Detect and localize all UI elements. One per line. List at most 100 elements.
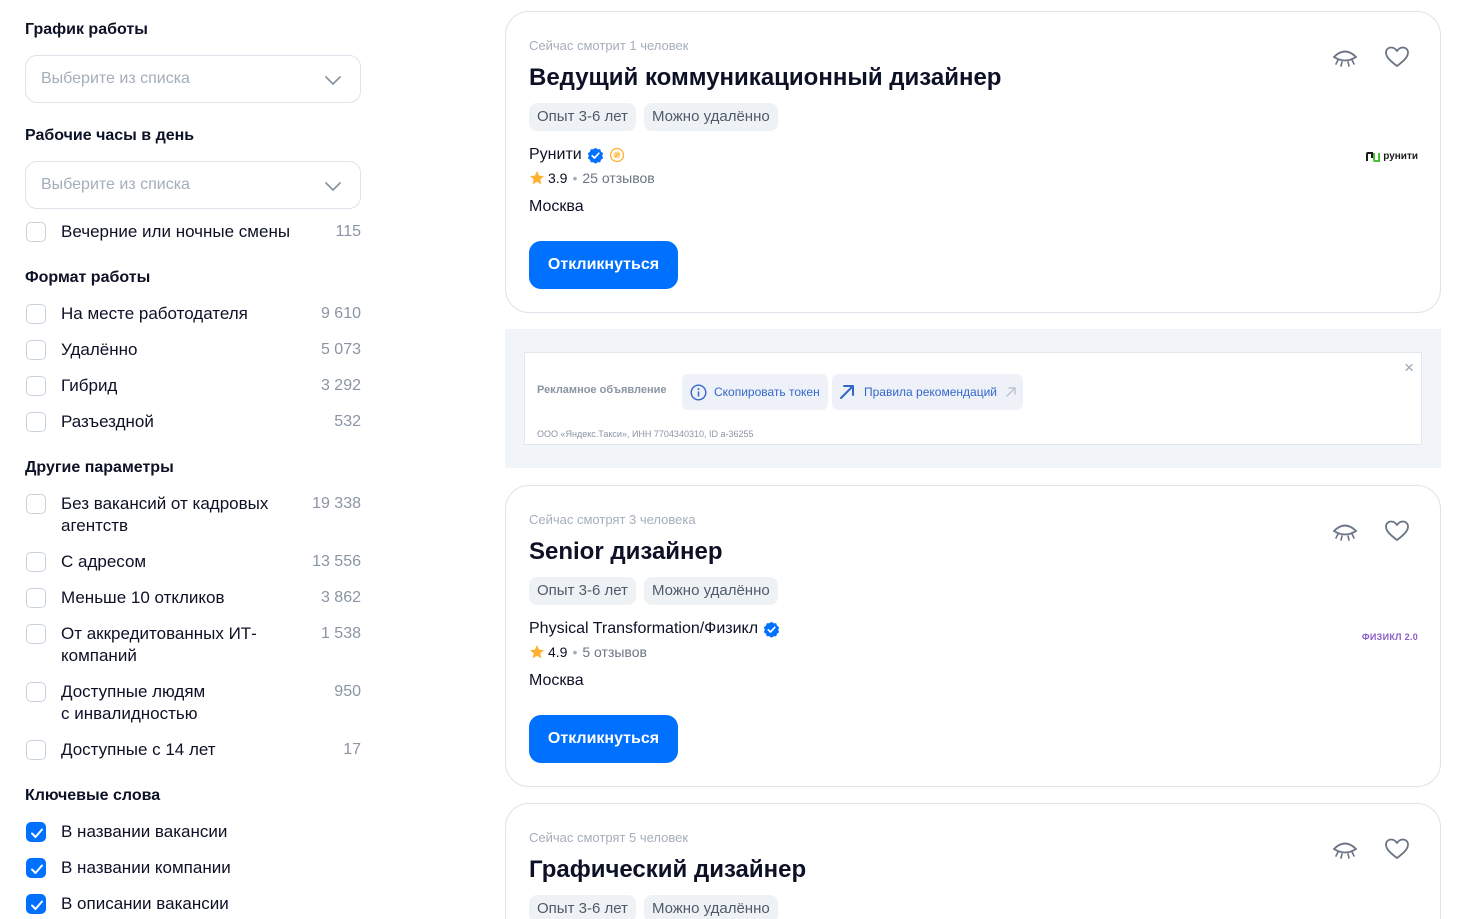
company-rating: 3.9 • 25 отзывов [529, 170, 655, 186]
reviews-count[interactable]: 5 отзывов [582, 644, 647, 660]
checkbox[interactable] [26, 552, 46, 572]
tag-remote: Можно удалённо [643, 895, 778, 919]
apply-button[interactable]: Откликнуться [529, 715, 678, 763]
company-name[interactable]: Physical Transformation/Физикл [529, 620, 780, 638]
favorite-heart-icon[interactable] [1383, 835, 1411, 863]
viewers-count: Сейчас смотрят 5 человек [529, 830, 689, 845]
filter-count: 19 338 [312, 495, 361, 512]
checkbox[interactable] [26, 222, 46, 242]
hide-eye-icon[interactable] [1331, 517, 1359, 545]
schedule-select[interactable]: Выберите из списка [25, 55, 361, 103]
filter-label: Гибрид [61, 376, 118, 395]
rules-label: Правила рекомендаций [864, 385, 997, 399]
filter-label: Доступные с 14 лет [61, 740, 216, 759]
viewers-count: Сейчас смотрит 1 человек [529, 38, 689, 53]
tag-experience: Опыт 3-6 лет [529, 577, 636, 605]
checkmark-icon [31, 900, 43, 910]
checkbox-checked[interactable] [26, 894, 46, 914]
filter-label: В названии компании [61, 858, 231, 877]
checkbox-checked[interactable] [26, 858, 46, 878]
copy-token-button[interactable]: Скопировать токен [682, 374, 828, 410]
arrow-up-right-icon [840, 385, 854, 399]
format-title: Формат работы [25, 269, 151, 286]
copy-token-label: Скопировать токен [714, 385, 820, 399]
checkbox[interactable] [26, 624, 46, 644]
vacancy-title[interactable]: Графический дизайнер [529, 856, 806, 884]
verified-badge-icon [763, 621, 780, 638]
vacancy-city: Москва [529, 198, 584, 215]
checkbox[interactable] [26, 340, 46, 360]
filter-count: 17 [343, 741, 361, 758]
checkbox[interactable] [26, 304, 46, 324]
runity-logo-mark [1366, 151, 1381, 162]
company-logo[interactable]: рунити [1366, 151, 1418, 162]
hours-select-placeholder: Выберите из списка [41, 176, 190, 193]
filter-label: Доступные людям с инвалидностью [61, 682, 206, 723]
checkbox-checked[interactable] [26, 822, 46, 842]
filter-label: В описании вакансии [61, 894, 229, 913]
filter-label: Вечерние или ночные смены [61, 222, 291, 241]
recommendation-rules-button[interactable]: Правила рекомендаций [832, 374, 1023, 410]
ad-legal-info: ООО «Яндекс.Такси», ИНН 7704340310, ID a… [537, 429, 754, 439]
verified-badge-icon [587, 147, 603, 164]
tag-remote: Можно удалённо [643, 103, 778, 131]
ad-block: Рекламное объявление Скопировать токен П… [505, 329, 1441, 468]
star-icon [530, 171, 544, 185]
external-link-icon [1006, 387, 1016, 397]
company-name[interactable]: Рунити [529, 146, 625, 164]
filter-label: Меньше 10 откликов [61, 588, 225, 607]
tag-experience: Опыт 3-6 лет [529, 895, 636, 919]
award-badge-icon [609, 147, 624, 163]
chevron-down-icon [325, 76, 341, 85]
reviews-count[interactable]: 25 отзывов [582, 170, 654, 186]
company-logo[interactable]: ФИЗИКЛ 2.0 [1362, 632, 1418, 642]
hide-eye-icon[interactable] [1331, 835, 1359, 863]
filter-label: Разъездной [61, 412, 154, 431]
ad-banner[interactable]: Рекламное объявление Скопировать токен П… [524, 352, 1422, 445]
filter-count: 13 556 [312, 553, 361, 570]
checkbox[interactable] [26, 588, 46, 608]
vacancy-card[interactable]: Сейчас смотрят 5 человек Графический диз… [505, 803, 1441, 919]
keywords-title: Ключевые слова [25, 787, 161, 804]
hide-eye-icon[interactable] [1331, 43, 1359, 71]
vacancy-card[interactable]: Сейчас смотрит 1 человек Ведущий коммуни… [505, 11, 1441, 313]
close-icon[interactable]: × [1404, 358, 1414, 378]
filter-count: 3 862 [320, 589, 361, 606]
filter-label: С адресом [61, 552, 147, 571]
checkbox[interactable] [26, 412, 46, 432]
filter-label: От аккредитованных ИТ-компаний [61, 624, 257, 665]
star-icon [530, 645, 544, 659]
info-icon [690, 383, 707, 401]
schedule-title: График работы [25, 21, 148, 38]
other-title: Другие параметры [25, 459, 174, 476]
separator-dot: • [572, 170, 578, 186]
vacancy-title[interactable]: Ведущий коммуникационный дизайнер [529, 64, 1001, 92]
filter-count: 9 610 [320, 305, 361, 322]
checkbox[interactable] [26, 376, 46, 396]
filter-count: 115 [335, 223, 361, 240]
vacancy-tags: Опыт 3-6 лет Можно удалённо [529, 577, 778, 605]
rating-value: 3.9 [548, 170, 568, 186]
apply-button[interactable]: Откликнуться [529, 241, 678, 289]
filter-label: Без вакансий от кадровых агентств [61, 494, 269, 535]
checkbox[interactable] [26, 682, 46, 702]
hours-select[interactable]: Выберите из списка [25, 161, 361, 209]
favorite-heart-icon[interactable] [1383, 43, 1411, 71]
filter-count: 950 [334, 683, 361, 700]
filter-count: 5 073 [320, 341, 361, 358]
chevron-down-icon [325, 182, 341, 191]
vacancy-card[interactable]: Сейчас смотрят 3 человека Senior дизайне… [505, 485, 1441, 787]
favorite-heart-icon[interactable] [1383, 517, 1411, 545]
filter-label: Удалённо [61, 340, 138, 359]
schedule-select-placeholder: Выберите из списка [41, 70, 190, 87]
checkbox[interactable] [26, 740, 46, 760]
filter-count: 1 538 [320, 625, 361, 642]
checkmark-icon [31, 864, 43, 874]
vacancy-title[interactable]: Senior дизайнер [529, 538, 723, 566]
filter-count: 532 [334, 413, 361, 430]
vacancy-tags: Опыт 3-6 лет Можно удалённо [529, 103, 778, 131]
company-rating: 4.9 • 5 отзывов [529, 644, 647, 660]
hours-title: Рабочие часы в день [25, 127, 195, 144]
viewers-count: Сейчас смотрят 3 человека [529, 512, 696, 527]
checkbox[interactable] [26, 494, 46, 514]
